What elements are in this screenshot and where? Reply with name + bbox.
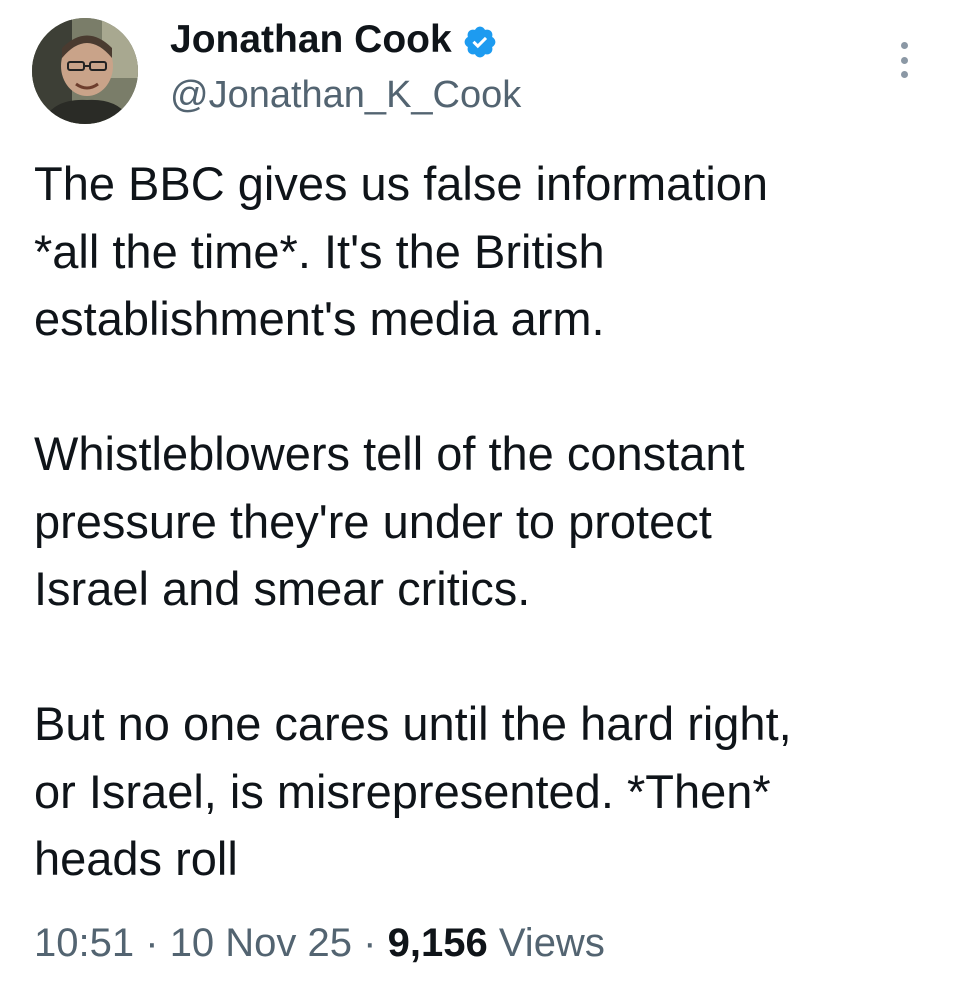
tweet-paragraph: But no one cares until the hard right, o…: [34, 697, 792, 885]
tweet-meta: 10:51 · 10 Nov 25 · 9,156 Views: [34, 916, 605, 970]
meta-separator: ·: [145, 921, 159, 965]
more-dot: [900, 56, 908, 64]
meta-separator: ·: [363, 921, 377, 965]
more-dot: [900, 42, 908, 49]
views-count: 9,156: [387, 921, 488, 965]
author-name-text[interactable]: Jonathan Cook: [170, 14, 452, 66]
tweet-paragraph: Whistleblowers tell of the constant pres…: [34, 427, 745, 615]
more-options-icon[interactable]: [890, 40, 918, 80]
tweet: Jonathan Cook @Jonathan_K_Cook The BBC g…: [0, 0, 957, 1000]
avatar[interactable]: [32, 18, 138, 124]
avatar-image: [32, 18, 138, 124]
author-name[interactable]: Jonathan Cook: [170, 14, 498, 66]
tweet-date[interactable]: 10 Nov 25: [170, 921, 352, 965]
tweet-text: The BBC gives us false information *all …: [34, 150, 934, 893]
more-dot: [900, 71, 908, 78]
views-label: Views: [498, 921, 605, 965]
author-handle[interactable]: @Jonathan_K_Cook: [170, 70, 521, 120]
tweet-time[interactable]: 10:51: [34, 921, 134, 965]
verified-badge-icon[interactable]: [462, 22, 498, 58]
tweet-paragraph: The BBC gives us false information *all …: [34, 157, 769, 345]
